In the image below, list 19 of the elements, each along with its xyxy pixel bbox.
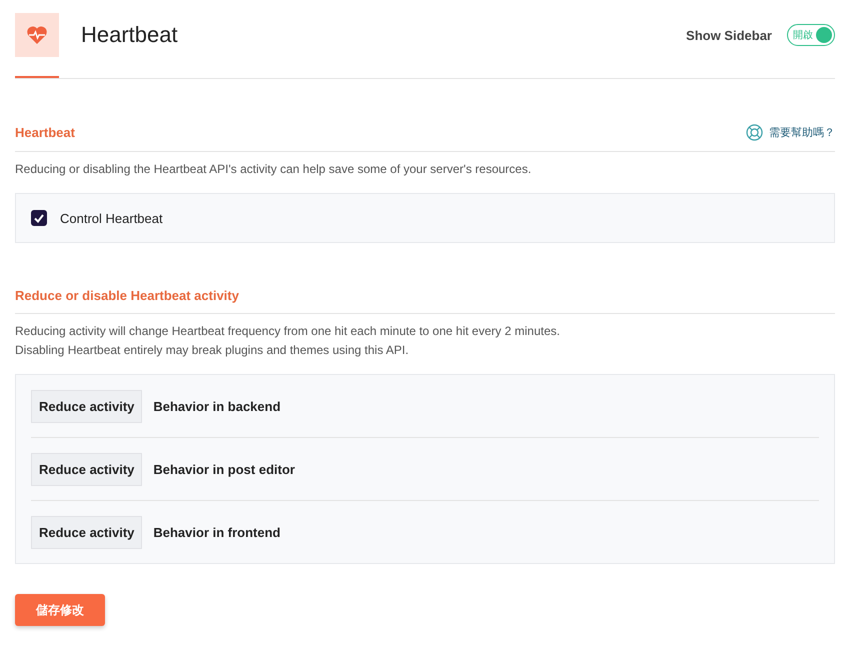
option-label: Behavior in frontend (153, 524, 280, 540)
section-title: Heartbeat (15, 125, 75, 140)
activity-select[interactable]: Reduce activity (31, 390, 142, 422)
checkmark-icon (34, 214, 44, 222)
help-link[interactable]: 需要幫助嗎？ (746, 124, 835, 141)
description-text: Reducing or disabling the Heartbeat API's activity can help save some of your server's resources. (15, 161, 532, 178)
option-label: Behavior in post editor (153, 462, 295, 476)
checkbox-label: Control Heartbeat (60, 210, 163, 226)
activity-select[interactable]: Reduce activity (31, 452, 142, 486)
activity-select[interactable]: Reduce activity (31, 516, 142, 548)
option-label: Behavior in backend (153, 398, 281, 414)
page-title: Heartbeat (81, 22, 179, 48)
checkbox[interactable] (31, 210, 47, 226)
description-text: Reducing activity will change Heartbeat frequency from one hit each minute to one hit every 2 minutes. (15, 323, 561, 340)
lifebuoy-icon (746, 124, 763, 141)
section-title: Reduce or disable Heartbeat activity (15, 288, 239, 303)
description-text: Disabling Heartbeat entirely may break plugins and themes using this API. (15, 342, 410, 359)
heart-icon (26, 25, 48, 45)
show-sidebar-label: Show Sidebar (686, 28, 772, 42)
